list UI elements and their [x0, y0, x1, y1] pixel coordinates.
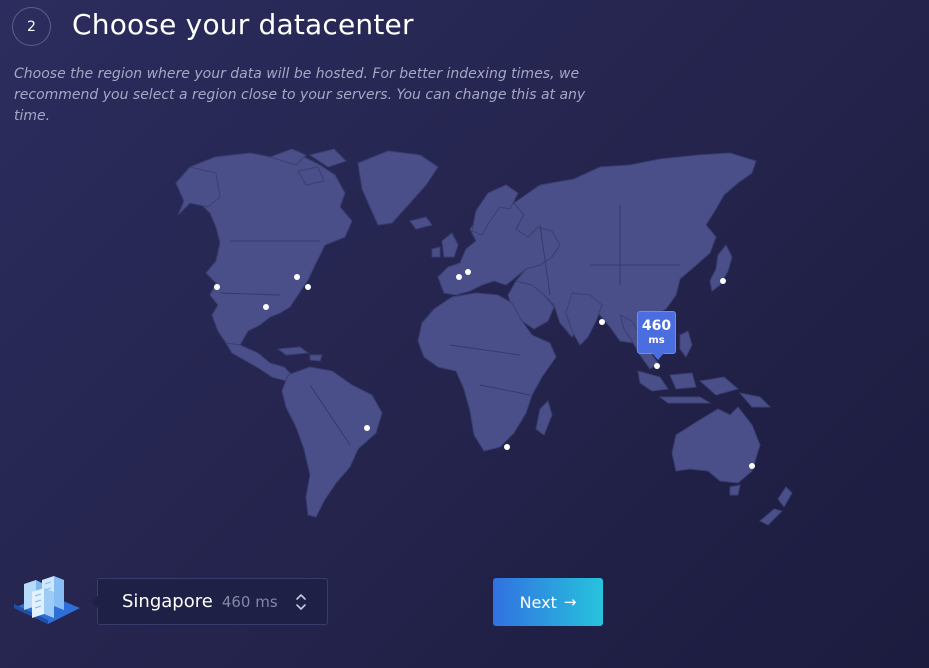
japan: [709, 244, 733, 292]
datacenter-us-east-2[interactable]: [305, 284, 311, 290]
page-title: Choose your datacenter: [72, 8, 414, 41]
datacenter-brazil[interactable]: [364, 425, 370, 431]
next-button-label: Next: [519, 592, 557, 612]
datacenter-us-east-1[interactable]: [294, 274, 300, 280]
datacenter-japan[interactable]: [720, 278, 726, 284]
datacenter-singapore[interactable]: [654, 363, 660, 369]
next-button[interactable]: Next →: [493, 578, 603, 626]
latency-tooltip-value: 460: [641, 318, 672, 334]
arrow-right-icon: →: [563, 593, 577, 611]
latency-tooltip-unit: ms: [648, 335, 665, 346]
datacenter-us-west[interactable]: [214, 284, 220, 290]
datacenter-europe-west[interactable]: [456, 274, 462, 280]
page-description: Choose the region where your data will b…: [14, 66, 586, 124]
greenland: [357, 150, 439, 226]
world-map[interactable]: [120, 145, 820, 530]
selected-region-name: Singapore: [122, 591, 213, 612]
datacenter-south-africa[interactable]: [504, 444, 510, 450]
india: [565, 292, 603, 346]
latency-tooltip: 460 ms: [637, 311, 676, 360]
datacenter-logo-icon: [14, 576, 80, 624]
selected-region-latency: 460 ms: [221, 592, 278, 611]
south-america: [281, 366, 383, 518]
step-number: 2: [27, 18, 36, 35]
datacenter-us-central[interactable]: [263, 304, 269, 310]
datacenter-australia[interactable]: [749, 463, 755, 469]
chevron-up-down-icon: [296, 594, 306, 610]
region-selector[interactable]: Singapore 460 ms: [91, 578, 328, 625]
datacenter-europe-central[interactable]: [465, 269, 471, 275]
step-number-badge: 2: [12, 7, 51, 46]
australia: [671, 406, 761, 484]
datacenter-india[interactable]: [599, 319, 605, 325]
